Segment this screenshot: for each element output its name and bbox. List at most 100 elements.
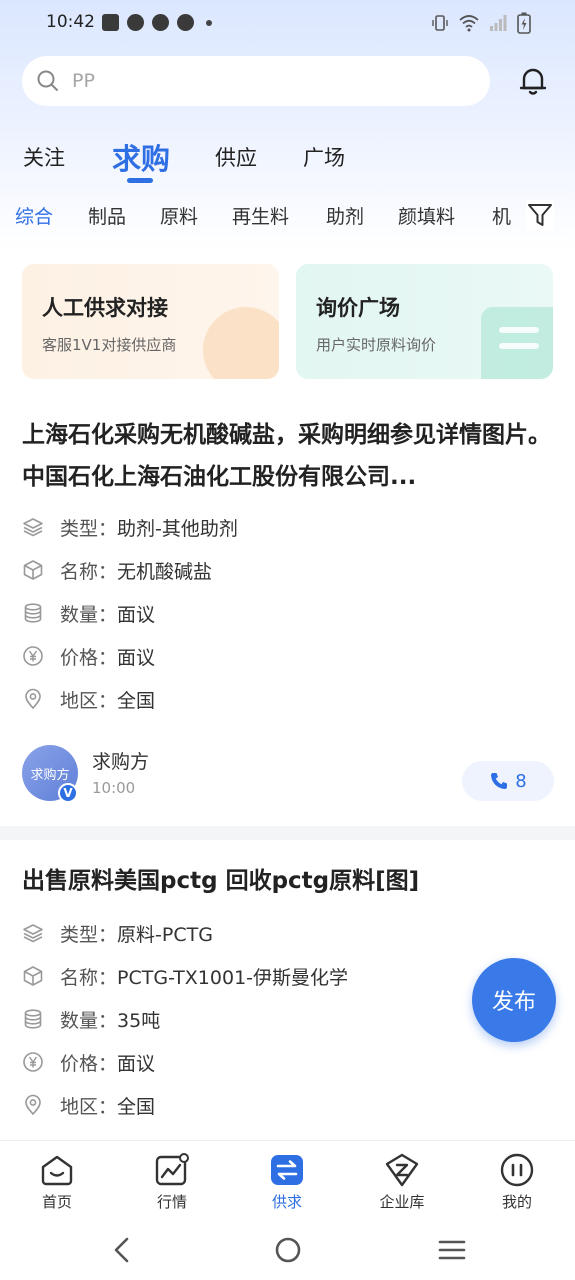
category-products[interactable]: 制品 xyxy=(88,202,126,229)
yen-icon xyxy=(22,1051,44,1073)
back-icon[interactable] xyxy=(110,1236,134,1264)
profile-icon xyxy=(500,1153,534,1187)
listing-field-region: 地区： 全国 xyxy=(22,684,155,714)
promo-subtitle: 用户实时原料询价 xyxy=(316,336,437,354)
avatar-text: 求购方 xyxy=(30,767,70,783)
notification-bell-icon[interactable] xyxy=(516,64,550,98)
listing-field-region: 地区： 全国 xyxy=(22,1090,155,1120)
nav-label: 首页 xyxy=(41,1193,72,1211)
location-icon xyxy=(22,688,44,710)
poster-info[interactable]: 求购方 V 求购方 10:00 xyxy=(22,745,322,805)
post-time: 10:00 xyxy=(92,779,136,797)
publish-button[interactable]: 发布 xyxy=(472,958,556,1042)
notification-icons xyxy=(102,14,212,31)
listing-field-quantity: 数量： 35吨 xyxy=(22,1004,160,1034)
nav-home[interactable]: 首页 xyxy=(12,1153,102,1212)
listing-field-name: 名称： 无机酸碱盐 xyxy=(22,555,212,585)
call-count: 8 xyxy=(515,770,527,792)
field-value: 面议 xyxy=(117,603,156,626)
list-decoration-icon xyxy=(481,307,553,379)
company-icon xyxy=(385,1153,419,1187)
layers-icon xyxy=(22,516,44,538)
database-icon xyxy=(22,1008,44,1030)
field-label: 类型： xyxy=(60,923,118,946)
nav-company-library[interactable]: 企业库 xyxy=(357,1153,447,1212)
more-notifications-icon xyxy=(206,19,212,26)
field-label: 数量： xyxy=(60,1009,118,1032)
listing-field-price: 价格： 面议 xyxy=(22,1047,155,1077)
system-status-icons xyxy=(431,12,531,34)
category-recycled[interactable]: 再生料 xyxy=(232,202,289,229)
nav-market[interactable]: 行情 xyxy=(127,1153,217,1212)
yen-icon xyxy=(22,645,44,667)
app-notification-icon xyxy=(177,14,194,31)
field-value: 全国 xyxy=(117,1095,156,1118)
call-button[interactable]: 8 xyxy=(462,761,554,801)
home-circle-icon[interactable] xyxy=(274,1236,302,1264)
manual-matching-card[interactable]: 人工供求对接 客服1V1对接供应商 xyxy=(22,264,279,379)
field-value: 助剂-其他助剂 xyxy=(117,517,238,540)
system-navigation-bar xyxy=(0,1220,575,1280)
field-label: 名称： xyxy=(60,560,118,583)
nav-label: 供求 xyxy=(271,1193,302,1211)
field-label: 类型： xyxy=(60,517,118,540)
nav-profile[interactable]: 我的 xyxy=(472,1153,562,1212)
database-icon xyxy=(22,602,44,624)
category-raw-materials[interactable]: 原料 xyxy=(160,202,198,229)
nav-label: 行情 xyxy=(156,1193,187,1211)
bottom-navigation: 首页 行情 供求 企业库 我的 xyxy=(0,1140,575,1220)
tab-follow[interactable]: 关注 xyxy=(23,142,65,172)
location-icon xyxy=(22,1094,44,1116)
tab-purchase[interactable]: 求购 xyxy=(112,136,170,178)
chart-icon xyxy=(155,1153,189,1186)
search-bar[interactable] xyxy=(22,56,490,106)
listing-field-quantity: 数量： 面议 xyxy=(22,598,155,628)
category-all[interactable]: 综合 xyxy=(15,202,53,229)
listing-field-name: 名称： PCTG-TX1001-伊斯曼化学 xyxy=(22,961,348,991)
nav-supply-demand[interactable]: 供求 xyxy=(242,1153,332,1212)
inquiry-square-card[interactable]: 询价广场 用户实时原料询价 xyxy=(296,264,553,379)
search-input[interactable] xyxy=(72,66,472,96)
category-machinery[interactable]: 机 xyxy=(492,202,511,229)
field-label: 地区： xyxy=(60,1095,118,1118)
main-tabs: 关注 求购 供应 广场 xyxy=(0,128,575,188)
home-icon xyxy=(41,1155,73,1186)
active-tab-indicator xyxy=(127,178,153,183)
wifi-icon xyxy=(459,15,479,32)
listing-card[interactable]: 上海石化采购无机酸碱盐，采购明细参见详情图片。中国石化上海石油化工股份有限公司.… xyxy=(0,412,575,822)
nav-label: 企业库 xyxy=(379,1193,425,1211)
category-additives[interactable]: 助剂 xyxy=(326,202,364,229)
signal-icon xyxy=(490,15,507,31)
field-label: 名称： xyxy=(60,966,118,989)
listing-title: 上海石化采购无机酸碱盐，采购明细参见详情图片。中国石化上海石油化工股份有限公司.… xyxy=(22,422,551,490)
field-value: 35吨 xyxy=(117,1009,161,1032)
field-value: 面议 xyxy=(117,1052,156,1075)
layers-icon xyxy=(22,922,44,944)
tab-supply[interactable]: 供应 xyxy=(215,142,257,172)
phone-decoration-icon xyxy=(203,307,279,379)
filter-icon[interactable] xyxy=(526,200,554,230)
field-value: 原料-PCTG xyxy=(117,923,213,946)
promo-subtitle: 客服1V1对接供应商 xyxy=(42,336,177,354)
menu-icon[interactable] xyxy=(438,1238,466,1262)
app-notification-icon xyxy=(152,14,169,31)
publish-label: 发布 xyxy=(491,990,536,1015)
tab-square[interactable]: 广场 xyxy=(303,142,345,172)
vibrate-icon xyxy=(432,15,448,31)
listing-field-type: 类型： 原料-PCTG xyxy=(22,918,213,948)
category-pigments-fillers[interactable]: 颜填料 xyxy=(398,202,455,229)
field-label: 地区： xyxy=(60,689,118,712)
field-value: 全国 xyxy=(117,689,156,712)
cube-icon xyxy=(22,965,44,987)
verified-badge-icon: V xyxy=(58,783,78,803)
promo-title: 人工供求对接 xyxy=(42,296,168,320)
field-value: 无机酸碱盐 xyxy=(117,560,213,583)
card-divider xyxy=(0,826,575,840)
category-tabs: 综合 制品 原料 再生料 助剂 颜填料 机 xyxy=(0,196,575,236)
field-label: 数量： xyxy=(60,603,118,626)
app-notification-icon xyxy=(127,14,144,31)
exchange-icon xyxy=(271,1155,303,1185)
poster-name: 求购方 xyxy=(92,751,150,773)
phone-icon xyxy=(491,773,508,789)
listing-title: 出售原料美国pctg 回收pctg原料[图] xyxy=(22,868,420,894)
